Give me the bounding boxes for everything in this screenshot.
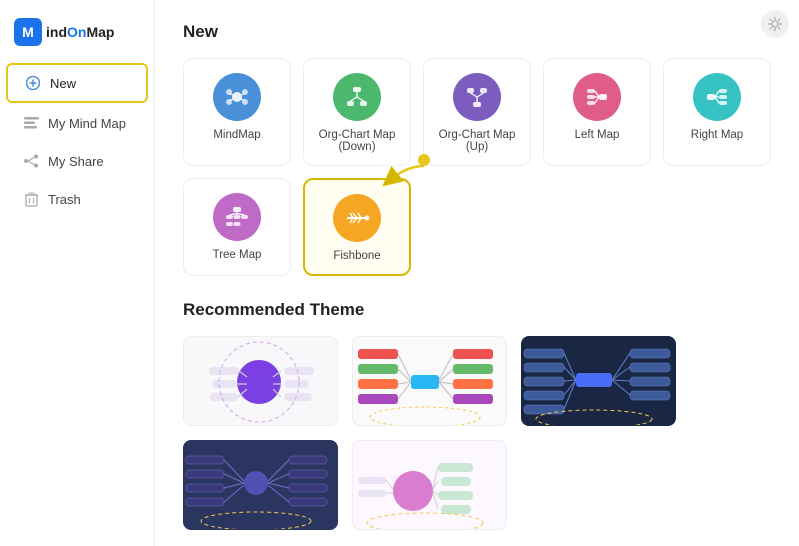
arrow-pointer: [372, 152, 437, 188]
theme2-preview: [353, 337, 507, 426]
theme-card-3[interactable]: [521, 336, 676, 426]
treemap-label: Tree Map: [213, 249, 262, 261]
trash-label: Trash: [48, 192, 81, 207]
leftmap-label: Left Map: [575, 129, 620, 141]
new-section-title: New: [183, 22, 771, 42]
rightmap-label: Right Map: [691, 129, 743, 141]
theme-grid: [183, 336, 771, 530]
rightmap-icon: [693, 73, 741, 121]
leftmap-icon: [573, 73, 621, 121]
map-card-leftmap[interactable]: Left Map: [543, 58, 651, 166]
logo-text: indOnMap: [46, 24, 114, 40]
theme1-preview: [184, 337, 338, 426]
theme-card-2[interactable]: [352, 336, 507, 426]
sidebar-item-mymindmap[interactable]: My Mind Map: [6, 105, 148, 141]
recommended-section-title: Recommended Theme: [183, 300, 771, 320]
map-card-orgchartup[interactable]: Org-Chart Map (Up): [423, 58, 531, 166]
map-card-fishbone[interactable]: Fishbone: [303, 178, 411, 276]
main-content: New MindMap Org-Chart Map (Down) Org-Cha…: [155, 0, 799, 546]
settings-icon: [767, 16, 783, 32]
orgchartdown-icon: [333, 73, 381, 121]
sidebar-item-new[interactable]: New: [6, 63, 148, 103]
map-card-orgchartdown[interactable]: Org-Chart Map (Down): [303, 58, 411, 166]
theme-card-4[interactable]: [183, 440, 338, 530]
mindmap-label: MindMap: [213, 129, 260, 141]
sidebar-item-trash[interactable]: Trash: [6, 181, 148, 217]
map-grid: MindMap Org-Chart Map (Down) Org-Chart M…: [183, 58, 771, 276]
theme3-preview: [522, 337, 676, 426]
mymindmap-icon: [22, 114, 40, 132]
mindmap-icon: [213, 73, 261, 121]
orgchartdown-label: Org-Chart Map (Down): [314, 129, 400, 153]
theme4-preview: [184, 441, 338, 530]
map-card-treemap[interactable]: Tree Map: [183, 178, 291, 276]
map-card-mindmap[interactable]: MindMap: [183, 58, 291, 166]
orgchartup-label: Org-Chart Map (Up): [434, 129, 520, 153]
logo-icon: M: [14, 18, 42, 46]
treemap-icon: [213, 193, 261, 241]
theme5-preview: [353, 441, 507, 530]
new-icon: [24, 74, 42, 92]
fishbone-label: Fishbone: [333, 250, 380, 262]
mymindmap-label: My Mind Map: [48, 116, 126, 131]
myshare-label: My Share: [48, 154, 104, 169]
new-label: New: [50, 76, 76, 91]
fishbone-icon: [333, 194, 381, 242]
sidebar-item-myshare[interactable]: My Share: [6, 143, 148, 179]
map-card-rightmap[interactable]: Right Map: [663, 58, 771, 166]
orgchartup-icon: [453, 73, 501, 121]
trash-icon: [22, 190, 40, 208]
sidebar: M indOnMap New My Mind Map My Share Tras…: [0, 0, 155, 546]
settings-button[interactable]: [761, 10, 789, 38]
theme-card-5[interactable]: [352, 440, 507, 530]
theme-card-1[interactable]: [183, 336, 338, 426]
logo: M indOnMap: [0, 10, 154, 62]
myshare-icon: [22, 152, 40, 170]
